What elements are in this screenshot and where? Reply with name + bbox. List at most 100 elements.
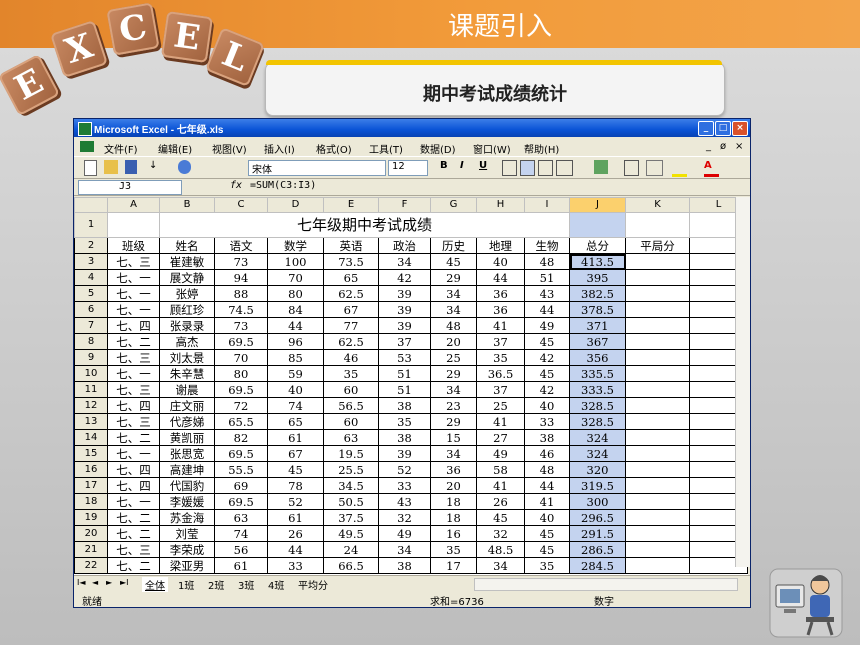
cell[interactable]: 七、四 (107, 317, 160, 334)
cell[interactable]: 69.5 (214, 381, 268, 398)
cell[interactable] (625, 493, 690, 510)
column-label[interactable]: 数学 (267, 237, 324, 254)
cell[interactable]: 七、二 (107, 557, 160, 574)
open-folder-icon[interactable] (104, 160, 118, 174)
cell[interactable] (625, 461, 690, 478)
cell[interactable]: 67 (323, 301, 379, 318)
cell[interactable]: 78 (267, 477, 324, 494)
column-label[interactable]: 政治 (378, 237, 431, 254)
worksheet-grid[interactable]: A B C D E F G H I J K L 1 七年级期中考试成绩 2 班级 姓名 语文 数学 英语 政治 历史 地理生… (74, 197, 748, 581)
cell[interactable]: 49 (378, 525, 431, 542)
cell[interactable]: 44 (524, 301, 570, 318)
cell[interactable]: 65 (267, 413, 324, 430)
currency-icon[interactable] (594, 160, 608, 174)
cell[interactable]: 286.5 (569, 541, 626, 558)
cell[interactable] (625, 349, 690, 366)
cell[interactable]: 39 (378, 445, 431, 462)
cell[interactable] (625, 525, 690, 542)
cell[interactable]: 36 (476, 301, 525, 318)
sheet-title-cell[interactable]: 七年级期中考试成绩 (159, 212, 570, 238)
cell[interactable]: 44 (524, 477, 570, 494)
column-label[interactable]: 地理 (476, 237, 525, 254)
cell[interactable]: 35 (476, 349, 525, 366)
align-right-icon[interactable] (538, 160, 553, 176)
cell[interactable]: 梁亚男 (159, 557, 215, 574)
cell[interactable]: 49 (524, 317, 570, 334)
cell[interactable]: 七、三 (107, 413, 160, 430)
close-button[interactable]: × (732, 121, 748, 136)
cell[interactable]: 35 (524, 557, 570, 574)
column-label[interactable]: 平局分 (625, 237, 690, 254)
font-name-combo[interactable]: 宋体 (248, 160, 386, 176)
cell[interactable]: 296.5 (569, 509, 626, 526)
cell[interactable] (625, 413, 690, 430)
cell[interactable]: 张思宽 (159, 445, 215, 462)
cell[interactable]: 七、二 (107, 509, 160, 526)
cell[interactable]: 26 (267, 525, 324, 542)
prev-sheet-button[interactable]: ◄ (92, 578, 98, 587)
cell[interactable]: 85 (267, 349, 324, 366)
cell[interactable]: 七、一 (107, 269, 160, 286)
row-header[interactable]: 19 (74, 509, 108, 526)
cell[interactable]: 37.5 (323, 509, 379, 526)
cell[interactable]: 69.5 (214, 333, 268, 350)
cell[interactable]: 70 (214, 349, 268, 366)
cell[interactable]: 39 (378, 317, 431, 334)
row-header[interactable]: 10 (74, 365, 108, 382)
column-header-e[interactable]: E (323, 197, 379, 213)
cell[interactable]: 333.5 (569, 381, 626, 398)
cell[interactable]: 七、三 (107, 349, 160, 366)
cell[interactable]: 34 (430, 381, 477, 398)
maximize-button[interactable]: □ (715, 121, 731, 136)
cell[interactable]: 七、三 (107, 541, 160, 558)
cell[interactable] (625, 381, 690, 398)
cell[interactable]: 300 (569, 493, 626, 510)
cell[interactable] (625, 269, 690, 286)
sheet-tab-class4[interactable]: 4班 (268, 577, 284, 592)
row-header[interactable]: 4 (74, 269, 108, 286)
cell[interactable]: 37 (476, 381, 525, 398)
sheet-tab-class3[interactable]: 3班 (238, 577, 254, 592)
cell[interactable]: 77 (323, 317, 379, 334)
cell[interactable] (107, 212, 160, 238)
cell[interactable]: 代彦娣 (159, 413, 215, 430)
cell[interactable]: 33 (524, 413, 570, 430)
menu-format[interactable]: 格式(O) (316, 141, 352, 156)
italic-button[interactable]: I (460, 160, 464, 174)
cell[interactable]: 61 (267, 509, 324, 526)
cell[interactable]: 80 (267, 285, 324, 302)
cell[interactable]: 18 (430, 509, 477, 526)
name-box[interactable]: J3 (78, 180, 182, 195)
cell[interactable]: 73.5 (323, 253, 379, 270)
cell[interactable]: 50.5 (323, 493, 379, 510)
cell[interactable]: 七、一 (107, 493, 160, 510)
cell[interactable]: 33 (378, 477, 431, 494)
cell[interactable]: 44 (267, 541, 324, 558)
cell[interactable]: 展文静 (159, 269, 215, 286)
cell[interactable]: 43 (524, 285, 570, 302)
column-header-i[interactable]: I (524, 197, 570, 213)
cell[interactable]: 34 (430, 445, 477, 462)
cell[interactable]: 18 (430, 493, 477, 510)
cell[interactable]: 40 (524, 397, 570, 414)
fill-color-icon[interactable] (672, 160, 687, 177)
cell[interactable]: 324 (569, 429, 626, 446)
cell[interactable]: 45 (524, 541, 570, 558)
cell[interactable]: 七、四 (107, 461, 160, 478)
cell[interactable]: 62.5 (323, 333, 379, 350)
cell[interactable]: 谢晨 (159, 381, 215, 398)
cell[interactable] (625, 317, 690, 334)
row-header[interactable]: 22 (74, 557, 108, 574)
cell[interactable]: 七、二 (107, 333, 160, 350)
cell[interactable]: 42 (524, 381, 570, 398)
cell[interactable]: 67 (267, 445, 324, 462)
row-header[interactable]: 15 (74, 445, 108, 462)
align-left-icon[interactable] (502, 160, 517, 176)
cell[interactable]: 36 (476, 285, 525, 302)
column-label[interactable]: 班级 (107, 237, 160, 254)
menu-edit[interactable]: 编辑(E) (158, 141, 192, 156)
row-header[interactable]: 11 (74, 381, 108, 398)
cell[interactable]: 367 (569, 333, 626, 350)
cell[interactable]: 27 (476, 429, 525, 446)
cell[interactable]: 刘太景 (159, 349, 215, 366)
